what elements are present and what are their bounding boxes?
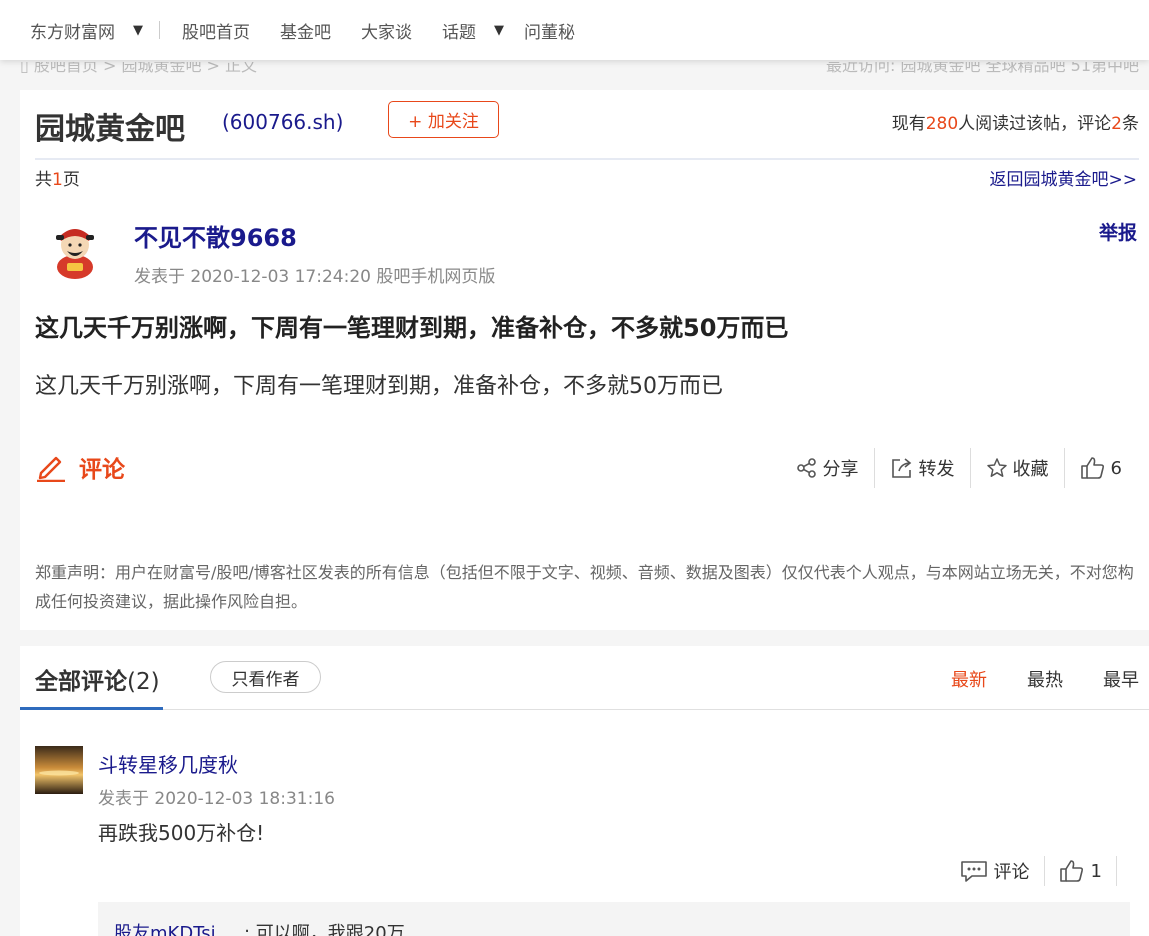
forward-label: 转发 (918, 459, 955, 480)
pages-number: 1 (52, 170, 63, 190)
share-label: 分享 (822, 459, 859, 480)
comment-label: 评论 (79, 457, 125, 483)
sort-earliest[interactable]: 最早 (1103, 666, 1139, 692)
divider (1116, 856, 1117, 886)
sort-newest[interactable]: 最新 (951, 666, 987, 692)
stats-suffix: 条 (1122, 114, 1139, 134)
comment-count: 2 (1111, 114, 1122, 134)
post-actions: 分享 转发 收藏 6 (781, 448, 1137, 488)
comments-section: 全部评论(2) 只看作者 最新 最热 最早 斗转星移几度秋 发表于 2020-1… (20, 646, 1149, 936)
breadcrumb[interactable]: ▯ 股吧首页 > 园城黄金吧 > 正文 (20, 62, 257, 76)
comments-count: (2) (127, 669, 160, 695)
reply-text: : 可以啊，我跟20万 (244, 923, 405, 936)
like-button[interactable]: 6 (1065, 456, 1137, 480)
nav-item-ask-secretary[interactable]: 问董秘 (524, 18, 575, 43)
thumbs-up-icon (1080, 457, 1104, 479)
tab-underline (20, 707, 163, 710)
like-count: 6 (1110, 457, 1122, 479)
divider (35, 158, 1139, 160)
post-card: 园城黄金吧 (600766.sh) + 加关注 现有280人阅读过该帖，评论2条… (20, 90, 1149, 630)
forward-button[interactable]: 转发 (875, 455, 970, 481)
sort-hottest[interactable]: 最热 (1027, 666, 1063, 692)
nav-item-topics[interactable]: 话题 (442, 18, 476, 43)
disclaimer: 郑重声明：用户在财富号/股吧/博客社区发表的所有信息（包括但不限于文字、视频、音… (35, 563, 1134, 611)
comments-tab[interactable]: 全部评论(2) (35, 662, 160, 696)
comments-header: 全部评论(2) 只看作者 最新 最热 最早 (20, 646, 1149, 710)
back-to-bar-link[interactable]: 返回园城黄金吧>> (990, 165, 1138, 190)
share-icon (796, 458, 816, 478)
page-count: 共1页 (35, 165, 80, 190)
like-count: 1 (1090, 860, 1102, 882)
nav-divider (159, 21, 160, 39)
recent-visits[interactable]: 最近访问: 园城黄金吧 全球精品吧 51第中吧 (826, 62, 1139, 76)
bar-name[interactable]: 园城黄金吧 (35, 104, 185, 148)
author-only-button[interactable]: 只看作者 (210, 661, 321, 693)
pages-prefix: 共 (35, 170, 52, 190)
pencil-icon (37, 456, 65, 482)
post-body: 这几天千万别涨啊，下周有一笔理财到期，准备补仓，不多就50万而已 (35, 374, 723, 399)
comments-title: 全部评论 (35, 669, 127, 695)
nav-item-fund-bar[interactable]: 基金吧 (280, 18, 331, 43)
forward-icon (891, 458, 911, 478)
like-button[interactable]: 1 (1045, 859, 1116, 883)
comment-button[interactable]: 评论 (35, 450, 125, 484)
nav-item-guba-home[interactable]: 股吧首页 (182, 18, 250, 43)
star-icon (986, 458, 1007, 477)
reply-author[interactable]: 股友mKDTsi (114, 919, 216, 936)
chevron-down-icon[interactable]: ▼ (494, 23, 504, 38)
collect-button[interactable]: 收藏 (971, 455, 1064, 481)
report-link[interactable]: 举报 (1099, 218, 1137, 245)
share-button[interactable]: 分享 (781, 455, 874, 481)
post-stats: 现有280人阅读过该帖，评论2条 (892, 109, 1139, 134)
read-count: 280 (925, 114, 959, 134)
nav-item-discussion[interactable]: 大家谈 (361, 18, 412, 43)
reply-button[interactable]: 评论 (946, 858, 1044, 884)
post-meta: 发表于 2020-12-03 17:24:20 股吧手机网页版 (134, 267, 496, 287)
post-author[interactable]: 不见不散9668 (134, 218, 297, 253)
follow-button[interactable]: + 加关注 (388, 101, 499, 138)
chat-icon (960, 861, 987, 882)
stock-code[interactable]: (600766.sh) (222, 110, 343, 134)
avatar[interactable] (45, 215, 105, 280)
top-nav: 东方财富网 ▼ 股吧首页 基金吧 大家谈 话题 ▼ 问董秘 (0, 0, 1149, 60)
collect-label: 收藏 (1012, 459, 1049, 480)
chevron-down-icon[interactable]: ▼ (133, 23, 143, 38)
thumbs-up-icon (1059, 860, 1083, 882)
sort-options: 最新 最热 最早 (911, 666, 1139, 692)
reply-label: 评论 (993, 862, 1030, 883)
stats-prefix: 现有 (891, 114, 926, 134)
comment-author[interactable]: 斗转星移几度秋 (98, 749, 238, 778)
reply-box: 股友mKDTsi : 可以啊，我跟20万 (98, 902, 1130, 936)
avatar[interactable] (35, 746, 83, 794)
nav-site-home[interactable]: 东方财富网 (30, 18, 115, 43)
stats-mid: 人阅读过该帖，评论 (958, 114, 1112, 134)
comment-actions: 评论 1 (946, 854, 1117, 888)
pages-suffix: 页 (62, 170, 80, 190)
comment-meta: 发表于 2020-12-03 18:31:16 (98, 789, 335, 809)
breadcrumb-row: ▯ 股吧首页 > 园城黄金吧 > 正文 最近访问: 园城黄金吧 全球精品吧 51… (0, 62, 1149, 84)
comment-body: 再跌我500万补仓! (98, 821, 265, 845)
post-title: 这几天千万别涨啊，下周有一笔理财到期，准备补仓，不多就50万而已 (35, 314, 789, 342)
